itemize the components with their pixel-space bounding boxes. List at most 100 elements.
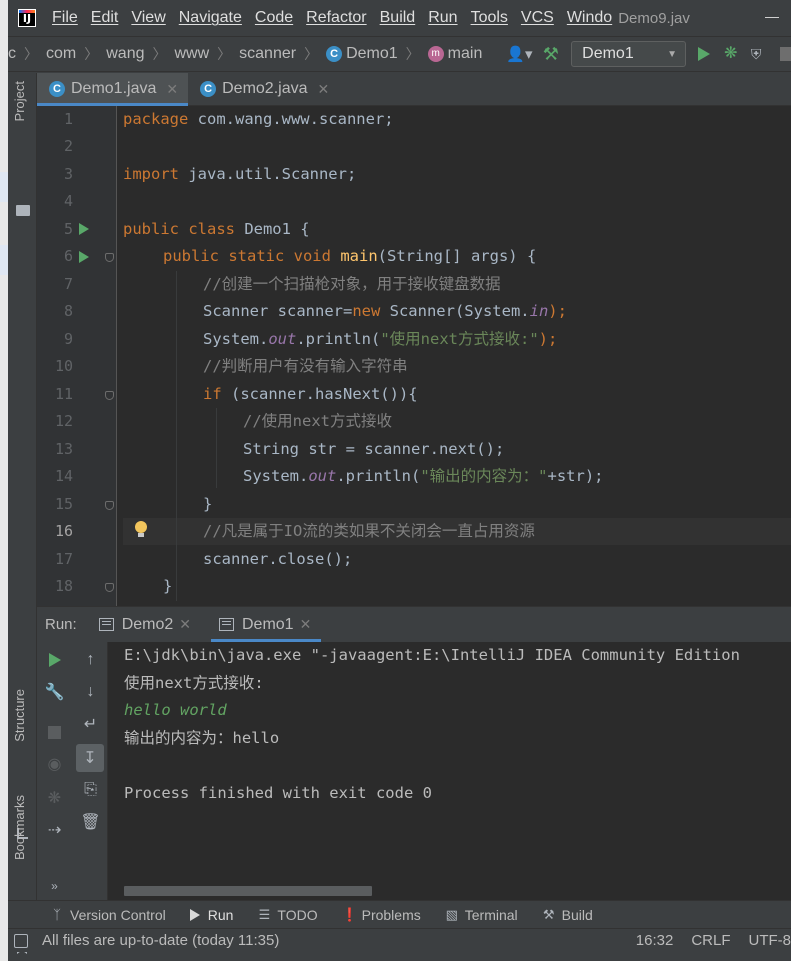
rerun-button[interactable] <box>37 646 72 674</box>
exit-icon[interactable]: ⇢ <box>37 816 72 844</box>
code-token: if <box>203 385 222 403</box>
tool-tab-build[interactable]: ⚒ Build <box>542 907 593 923</box>
code-token: java.util.Scanner; <box>179 165 357 183</box>
stop-button[interactable] <box>37 718 72 746</box>
code-comment: //凡是属于IO流的类如果不关闭会一直占用资源 <box>203 522 535 540</box>
intellij-logo-icon[interactable]: IJ <box>18 9 36 27</box>
breadcrumb-com[interactable]: com <box>46 45 76 63</box>
minimize-icon[interactable] <box>765 17 779 18</box>
terminal-icon: ▧ <box>445 906 458 922</box>
menu-tools[interactable]: Tools <box>471 9 508 27</box>
menu-navigate[interactable]: Navigate <box>179 9 242 27</box>
run-class-icon[interactable] <box>79 223 89 235</box>
settings-wrench-icon[interactable]: 🔧 <box>37 678 72 706</box>
more-icon[interactable]: » <box>37 872 72 900</box>
menu-code[interactable]: Code <box>255 9 293 27</box>
tab-demo2-java[interactable]: C Demo2.java ✕ <box>188 73 339 105</box>
menu-vcs[interactable]: VCS <box>521 9 554 27</box>
coverage-shield-icon[interactable]: ⛨ <box>751 45 768 63</box>
code-token: +str); <box>547 467 604 485</box>
run-tab-demo2[interactable]: Demo2 ✕ <box>98 607 201 642</box>
line-number: 12 <box>54 412 73 430</box>
project-tool-tab[interactable]: Project <box>12 81 27 121</box>
tool-tab-label: Build <box>561 906 593 923</box>
code-token: System. <box>243 467 309 485</box>
code-token: Demo1 { <box>234 220 310 238</box>
code-token: out <box>268 330 297 348</box>
menu-refactor[interactable]: Refactor <box>306 9 366 27</box>
trash-icon[interactable]: 🗑 <box>73 808 108 836</box>
code-token: package <box>123 110 189 128</box>
menu-edit[interactable]: Edit <box>91 9 119 27</box>
breadcrumb-main[interactable]: m main <box>427 45 482 63</box>
status-checkbox-icon[interactable] <box>14 933 28 948</box>
line-number: 1 <box>63 110 73 128</box>
scroll-to-end-icon[interactable]: ↧ <box>76 744 104 772</box>
fold-icon[interactable] <box>105 253 114 262</box>
print-icon[interactable]: ⎘ <box>73 776 108 804</box>
editor-gutter: 1 2 3 4 5 6 7 8 9 10 11 12 13 14 15 16 1… <box>37 106 117 606</box>
code-token: (scanner.hasNext()){ <box>221 385 418 403</box>
run-tab-label: Demo1 <box>242 615 294 633</box>
run-main-icon[interactable] <box>79 251 89 263</box>
tool-tab-version-control[interactable]: ᛉ Version Control <box>50 907 166 923</box>
bookmarks-tool-tab[interactable]: Bookmarks <box>12 795 27 860</box>
close-icon[interactable]: ✕ <box>166 81 178 98</box>
code-area[interactable]: package com.wang.www.scanner; import jav… <box>123 106 791 606</box>
breadcrumb-wang[interactable]: wang <box>106 45 144 63</box>
code-token: import <box>123 165 179 183</box>
structure-tool-tab[interactable]: Structure <box>12 689 27 742</box>
code-token: .println( <box>296 330 381 348</box>
chevron-right-icon: 〉 <box>24 46 38 62</box>
lightbulb-icon[interactable] <box>134 521 148 539</box>
fold-icon[interactable] <box>105 583 114 592</box>
fold-icon[interactable] <box>105 501 114 510</box>
tool-tab-todo[interactable]: ☰ TODO <box>257 907 318 923</box>
folder-icon[interactable] <box>16 205 30 216</box>
line-separator[interactable]: CRLF <box>691 932 730 949</box>
arrow-down-icon[interactable]: ↓ <box>73 678 108 706</box>
tool-tab-problems[interactable]: ❗ Problems <box>342 907 421 923</box>
menu-view[interactable]: View <box>131 9 165 27</box>
close-icon[interactable]: ✕ <box>179 616 191 633</box>
menu-run[interactable]: Run <box>428 9 457 27</box>
run-configuration-select[interactable]: Demo1 ▼ <box>571 41 687 67</box>
camera-icon[interactable]: ◉ <box>37 750 72 778</box>
debug-icon[interactable]: ❋ <box>37 784 72 812</box>
tool-tab-label: Problems <box>361 906 421 923</box>
code-editor[interactable]: 1 2 3 4 5 6 7 8 9 10 11 12 13 14 15 16 1… <box>37 106 791 606</box>
chevron-right-icon: 〉 <box>304 46 319 62</box>
breadcrumb-scanner[interactable]: scanner <box>239 45 296 63</box>
tab-demo1-java[interactable]: C Demo1.java ✕ <box>37 73 189 106</box>
menu-file[interactable]: File <box>52 9 78 27</box>
menu-window[interactable]: Windo <box>567 9 612 27</box>
user-icon[interactable]: 👤▾ <box>506 45 532 63</box>
arrow-up-icon[interactable]: ↑ <box>73 646 108 674</box>
line-number: 6 <box>63 247 73 265</box>
tool-tab-run[interactable]: Run <box>189 907 233 923</box>
run-console[interactable]: E:\jdk\bin\java.exe "-javaagent:E:\Intel… <box>108 642 791 900</box>
breadcrumb-www[interactable]: www <box>174 45 209 63</box>
run-icon[interactable] <box>698 47 711 61</box>
breadcrumb-demo1[interactable]: C Demo1 <box>326 45 398 63</box>
background-window-edge <box>0 0 8 961</box>
menu-build[interactable]: Build <box>380 9 416 27</box>
indent-guide <box>176 271 177 601</box>
close-icon[interactable]: ✕ <box>317 81 329 98</box>
stop-icon[interactable] <box>779 47 791 61</box>
line-number: 15 <box>54 495 73 513</box>
code-token: out <box>308 467 337 485</box>
file-encoding[interactable]: UTF-8 <box>749 932 791 949</box>
build-hammer-icon[interactable]: ⚒ <box>541 43 562 65</box>
soft-wrap-icon[interactable]: ↵ <box>73 710 108 738</box>
close-icon[interactable]: ✕ <box>300 616 312 633</box>
caret-position[interactable]: 16:32 <box>636 932 674 949</box>
code-string: "输出的内容为：" <box>420 467 548 485</box>
debug-bug-icon[interactable]: ❋ <box>724 45 741 63</box>
code-token: Scanner(System. <box>380 302 530 320</box>
breadcrumb-item[interactable]: c <box>8 45 16 63</box>
tool-tab-terminal[interactable]: ▧ Terminal <box>445 907 518 923</box>
fold-icon[interactable] <box>105 391 114 400</box>
horizontal-scrollbar[interactable] <box>124 886 372 896</box>
run-tab-demo1[interactable]: Demo1 ✕ <box>210 607 322 642</box>
